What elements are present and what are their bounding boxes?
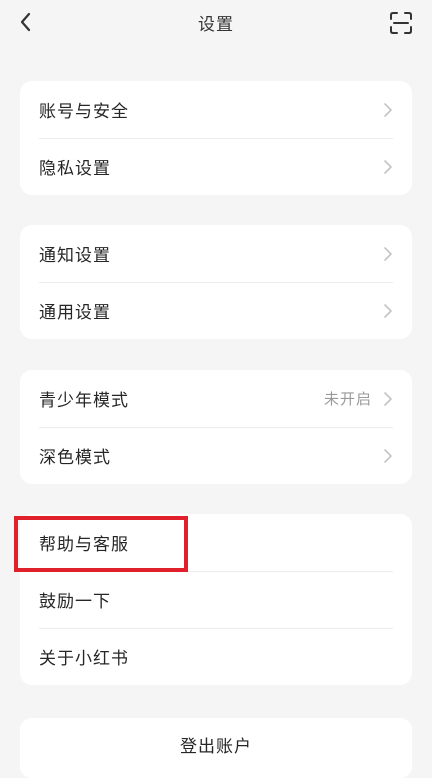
top-bar: 设置 — [0, 0, 432, 46]
teen-mode-status: 未开启 — [323, 390, 372, 408]
settings-item-label: 鼓励一下 — [39, 592, 111, 612]
chevron-right-icon — [384, 391, 392, 406]
chevron-right-icon — [384, 448, 392, 463]
settings-item-label: 通用设置 — [39, 303, 111, 323]
settings-item-privacy[interactable]: 隐私设置 — [20, 138, 412, 195]
settings-group-modes: 青少年模式 未开启 深色模式 — [20, 370, 412, 484]
settings-item-encourage[interactable]: 鼓励一下 — [20, 571, 412, 628]
page-title: 设置 — [198, 15, 234, 35]
settings-item-dark-mode[interactable]: 深色模式 — [20, 427, 412, 484]
settings-item-label: 深色模式 — [39, 448, 111, 468]
chevron-right-icon — [384, 246, 392, 261]
chevron-right-icon — [384, 303, 392, 318]
settings-item-notifications[interactable]: 通知设置 — [20, 225, 412, 282]
settings-item-label: 账号与安全 — [39, 102, 129, 122]
settings-item-label: 青少年模式 — [39, 391, 129, 411]
settings-item-teen-mode[interactable]: 青少年模式 未开启 — [20, 370, 412, 427]
settings-item-general[interactable]: 通用设置 — [20, 282, 412, 339]
settings-item-label: 关于小红书 — [39, 649, 129, 669]
highlight-box — [14, 516, 188, 572]
settings-group-account: 账号与安全 隐私设置 — [20, 81, 412, 195]
scan-icon — [390, 12, 412, 34]
logout-button[interactable]: 登出账户 — [20, 718, 412, 778]
scan-button[interactable] — [388, 10, 414, 36]
settings-item-about[interactable]: 关于小红书 — [20, 628, 412, 685]
settings-item-label: 隐私设置 — [39, 159, 111, 179]
settings-item-account-security[interactable]: 账号与安全 — [20, 81, 412, 138]
chevron-right-icon — [384, 102, 392, 117]
settings-item-label: 通知设置 — [39, 246, 111, 266]
chevron-right-icon — [384, 159, 392, 174]
logout-label: 登出账户 — [180, 737, 252, 757]
settings-group-general: 通知设置 通用设置 — [20, 225, 412, 339]
